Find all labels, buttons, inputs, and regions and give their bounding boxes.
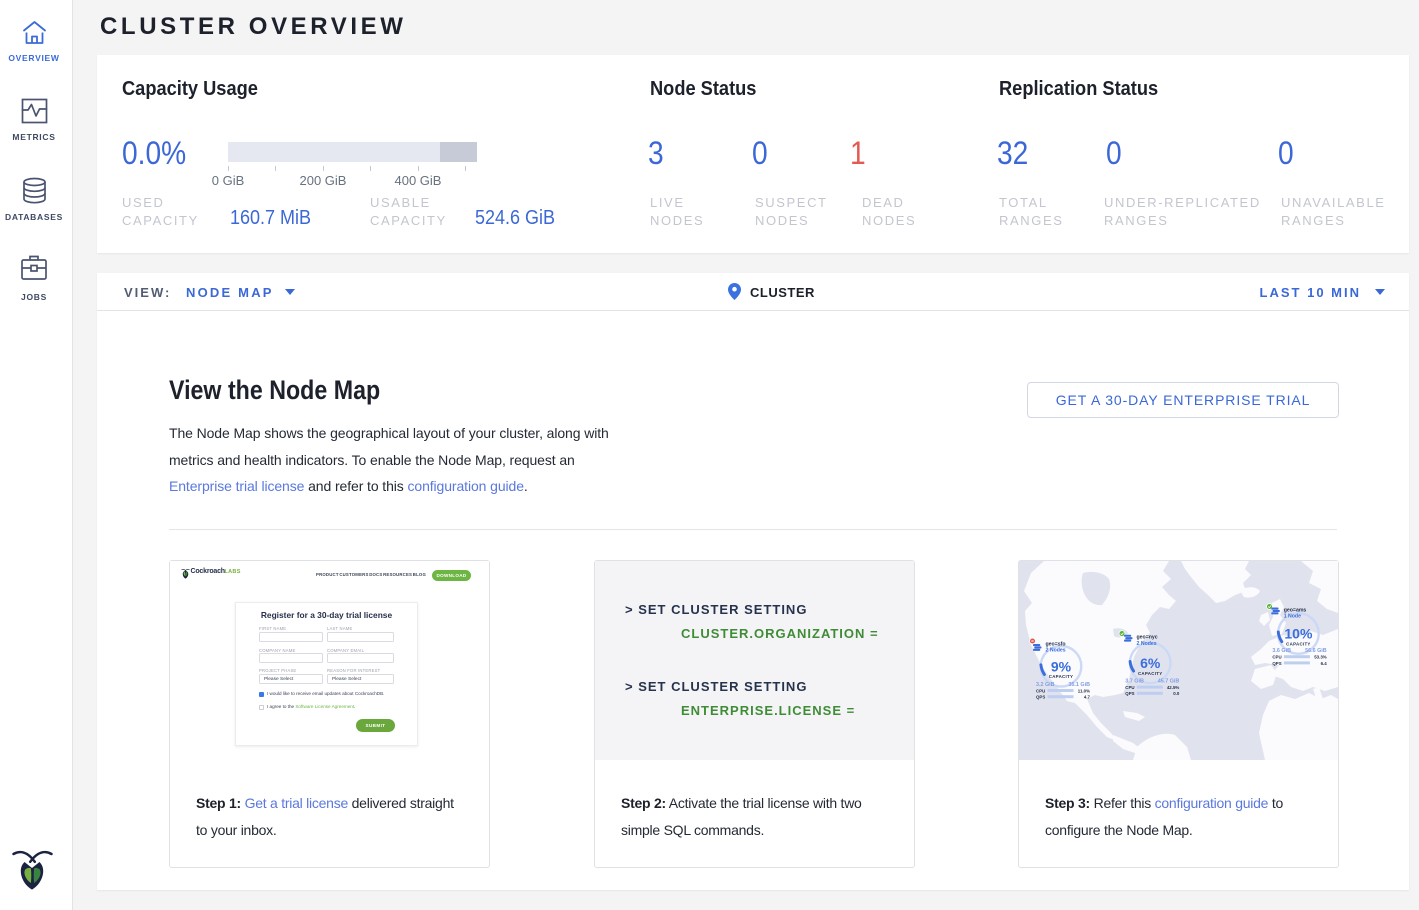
svg-text:56.6 GiB: 56.6 GiB: [1305, 648, 1327, 654]
svg-text:CAPACITY: CAPACITY: [1286, 641, 1311, 646]
svg-text:6%: 6%: [1140, 655, 1161, 671]
svg-text:35.1 GiB: 35.1 GiB: [1068, 682, 1090, 688]
svg-text:CAPACITY: CAPACITY: [1138, 671, 1163, 676]
svg-text:QPS: QPS: [1125, 691, 1134, 696]
svg-text:QPS: QPS: [1036, 695, 1045, 700]
svg-text:geo=sfo: geo=sfo: [1046, 641, 1066, 647]
svg-text:CPU: CPU: [1036, 688, 1045, 693]
svg-text:1 Node: 1 Node: [1284, 614, 1301, 620]
svg-text:53.3%: 53.3%: [1314, 655, 1327, 660]
svg-text:42.5%: 42.5%: [1167, 685, 1180, 690]
svg-text:2 Nodes: 2 Nodes: [1046, 648, 1066, 654]
svg-text:QPS: QPS: [1272, 661, 1281, 666]
svg-text:9%: 9%: [1051, 659, 1072, 675]
svg-text:6.4: 6.4: [1321, 661, 1328, 666]
svg-text:11.0%: 11.0%: [1078, 688, 1090, 693]
svg-text:CAPACITY: CAPACITY: [1049, 674, 1074, 679]
svg-text:2 Nodes: 2 Nodes: [1137, 641, 1157, 647]
svg-text:geo=nyc: geo=nyc: [1137, 635, 1158, 641]
svg-text:3.2 GiB: 3.2 GiB: [1036, 682, 1055, 688]
svg-text:CPU: CPU: [1272, 655, 1281, 660]
svg-text:4.7: 4.7: [1084, 695, 1091, 700]
svg-text:CPU: CPU: [1125, 685, 1134, 690]
svg-text:0.0: 0.0: [1173, 691, 1180, 696]
svg-text:3.7 GiB: 3.7 GiB: [1125, 678, 1144, 684]
svg-text:10%: 10%: [1284, 626, 1313, 642]
svg-text:geo=ams: geo=ams: [1284, 607, 1307, 613]
svg-text:45.7 GiB: 45.7 GiB: [1158, 678, 1180, 684]
svg-text:3.6 GiB: 3.6 GiB: [1272, 648, 1291, 654]
